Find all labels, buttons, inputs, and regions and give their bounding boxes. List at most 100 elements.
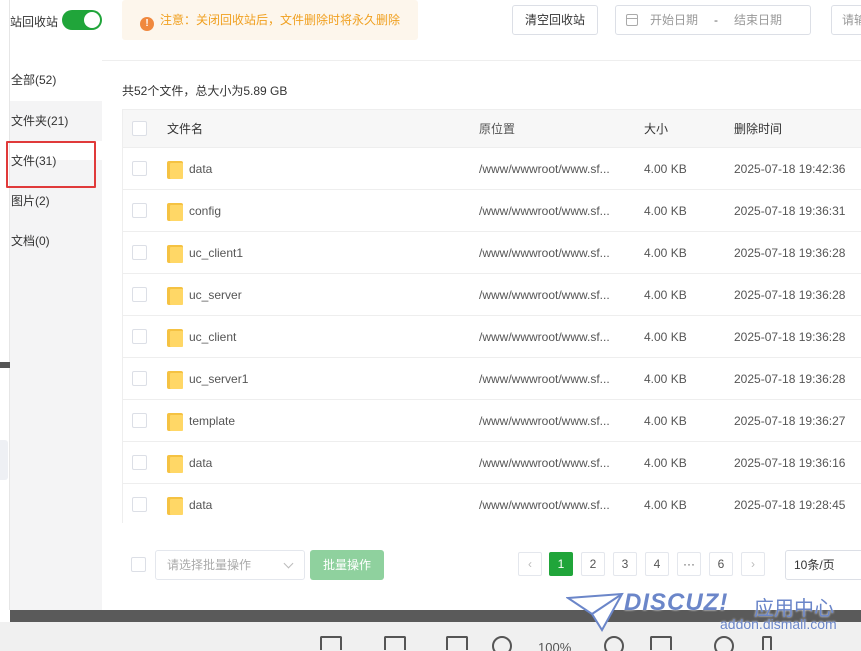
file-name-cell[interactable]: uc_client1 — [167, 232, 243, 273]
gutter-divider — [0, 362, 10, 368]
table-row[interactable]: data/www/wwwroot/www.sf... 4.00 KB 2025-07… — [123, 148, 861, 190]
col-deleted-time[interactable]: 删除时间 — [734, 110, 782, 147]
sidebar-item-docs[interactable]: 文档(0) — [10, 221, 102, 261]
file-name-cell[interactable]: uc_server — [167, 274, 242, 315]
deleted-time: 2025-07-18 19:42:36 — [734, 161, 846, 176]
recycle-toggle-row: ‌‌站回收站 — [10, 0, 102, 60]
folder-icon — [167, 159, 183, 179]
row-checkbox[interactable] — [132, 161, 147, 176]
sidebar-item-folders[interactable]: 文件夹(21) — [10, 101, 102, 141]
row-checkbox-cell — [132, 484, 147, 523]
file-name-cell[interactable]: data — [167, 148, 212, 189]
recycle-switch[interactable] — [62, 10, 102, 30]
fullscreen-icon[interactable] — [446, 636, 468, 650]
file-summary: 共52个文件，总大小为5.89 GB — [122, 84, 288, 98]
folder-icon — [167, 369, 183, 389]
file-name[interactable]: data — [189, 456, 212, 470]
file-name[interactable]: data — [189, 498, 212, 512]
notice-text: 注意：关闭回收站后，文件删除时将永久删除 — [160, 13, 401, 27]
table-row[interactable]: uc_server1/www/wwwroot/www.sf... 4.00 KB 2… — [123, 358, 861, 400]
row-checkbox[interactable] — [132, 245, 147, 260]
table-row[interactable]: uc_client/www/wwwroot/www.sf... 4.00 KB 20… — [123, 316, 861, 358]
row-checkbox-cell — [132, 148, 147, 189]
page-size-select[interactable]: 10条/页 — [785, 550, 861, 580]
col-name[interactable]: 文件名 — [167, 110, 203, 147]
col-size[interactable]: 大小 — [644, 110, 668, 147]
pagination-page-4[interactable]: 4 — [645, 552, 669, 576]
row-checkbox[interactable] — [132, 329, 147, 344]
file-size: 4.00 KB — [644, 497, 687, 512]
table-row[interactable]: uc_server/www/wwwroot/www.sf... 4.00 KB 20… — [123, 274, 861, 316]
table-row[interactable]: data/www/wwwroot/www.sf... 4.00 KB 2025-07… — [123, 484, 861, 523]
table-row[interactable]: data/www/wwwroot/www.sf... 4.00 KB 2025-07… — [123, 442, 861, 484]
sidebar-item-images[interactable]: 图片(2) — [10, 181, 102, 221]
crop-icon[interactable] — [384, 636, 406, 650]
file-size: 4.00 KB — [644, 455, 687, 470]
deleted-time: 2025-07-18 19:36:16 — [734, 455, 846, 470]
table-body: data/www/wwwroot/www.sf... 4.00 KB 2025-07… — [123, 148, 861, 523]
row-checkbox-cell — [132, 190, 147, 231]
batch-operation-select[interactable]: 请选择批量操作 — [155, 550, 305, 580]
file-location: /www/wwwroot/www.sf... — [479, 287, 610, 302]
footer-select-checkbox[interactable] — [131, 557, 146, 572]
file-name[interactable]: config — [189, 204, 221, 218]
pagination-page-3[interactable]: 3 — [613, 552, 637, 576]
pagination-ellipsis[interactable]: ··· — [677, 552, 701, 576]
row-checkbox[interactable] — [132, 413, 147, 428]
row-checkbox[interactable] — [132, 287, 147, 302]
pagination-page-6[interactable]: 6 — [709, 552, 733, 576]
sidebar: ‌‌站回收站 全部(52) 文件夹(21) 文件(31) 图片(2) 文档(0) — [6, 0, 102, 610]
row-checkbox-cell — [132, 274, 147, 315]
zoom-level: 100% — [538, 640, 572, 651]
clear-recycle-button[interactable]: 清空回收站 — [512, 5, 598, 35]
table-row[interactable]: uc_client1/www/wwwroot/www.sf... 4.00 KB 2… — [123, 232, 861, 274]
pagination-page-2[interactable]: 2 — [581, 552, 605, 576]
pagination-page-1[interactable]: 1 — [549, 552, 573, 576]
fit-window-icon[interactable] — [320, 636, 342, 650]
deleted-time: 2025-07-18 19:36:28 — [734, 371, 846, 386]
batch-select-placeholder: 请选择批量操作 — [167, 558, 252, 572]
file-size: 4.00 KB — [644, 203, 687, 218]
date-start-input[interactable]: 开始日期 — [650, 6, 698, 34]
pagination-prev[interactable]: ‹ — [518, 552, 542, 576]
table-row[interactable]: template/www/wwwroot/www.sf... 4.00 KB 202… — [123, 400, 861, 442]
file-name-cell[interactable]: data — [167, 442, 212, 483]
date-range-picker[interactable]: 开始日期 - 结束日期 — [615, 5, 811, 35]
download-icon[interactable] — [762, 636, 772, 650]
left-gutter — [0, 0, 10, 610]
file-name-cell[interactable]: config — [167, 190, 221, 231]
table-row[interactable]: config/www/wwwroot/www.sf... 4.00 KB 2025-… — [123, 190, 861, 232]
select-all-checkbox[interactable] — [132, 121, 147, 136]
file-name[interactable]: uc_server1 — [189, 372, 248, 386]
file-name[interactable]: data — [189, 162, 212, 176]
row-checkbox[interactable] — [132, 497, 147, 512]
file-name[interactable]: uc_client — [189, 330, 236, 344]
warning-icon: ! — [140, 17, 154, 31]
row-checkbox-cell — [132, 400, 147, 441]
batch-operation-button[interactable]: 批量操作 — [310, 550, 384, 580]
file-name[interactable]: uc_server — [189, 288, 242, 302]
col-location: 原位置 — [479, 122, 516, 136]
file-name[interactable]: template — [189, 414, 235, 428]
pagination-next[interactable]: › — [741, 552, 765, 576]
date-end-input[interactable]: 结束日期 — [734, 6, 782, 34]
header-divider — [102, 60, 861, 61]
zoom-in-icon[interactable] — [604, 636, 624, 651]
row-checkbox-cell — [132, 358, 147, 399]
actual-size-icon[interactable] — [650, 636, 672, 650]
folder-icon — [167, 495, 183, 515]
search-input[interactable]: 请输 — [831, 5, 861, 35]
file-name-cell[interactable]: uc_server1 — [167, 358, 248, 399]
file-name-cell[interactable]: data — [167, 484, 212, 523]
file-name[interactable]: uc_client1 — [189, 246, 243, 260]
rotate-icon[interactable] — [714, 636, 734, 651]
zoom-out-icon[interactable] — [492, 636, 512, 651]
file-name-cell[interactable]: uc_client — [167, 316, 236, 357]
row-checkbox[interactable] — [132, 455, 147, 470]
row-checkbox[interactable] — [132, 203, 147, 218]
row-checkbox-cell — [132, 232, 147, 273]
row-checkbox[interactable] — [132, 371, 147, 386]
viewer-toolbar: 100% — [0, 622, 861, 651]
sidebar-item-all[interactable]: 全部(52) — [10, 60, 102, 100]
file-name-cell[interactable]: template — [167, 400, 235, 441]
